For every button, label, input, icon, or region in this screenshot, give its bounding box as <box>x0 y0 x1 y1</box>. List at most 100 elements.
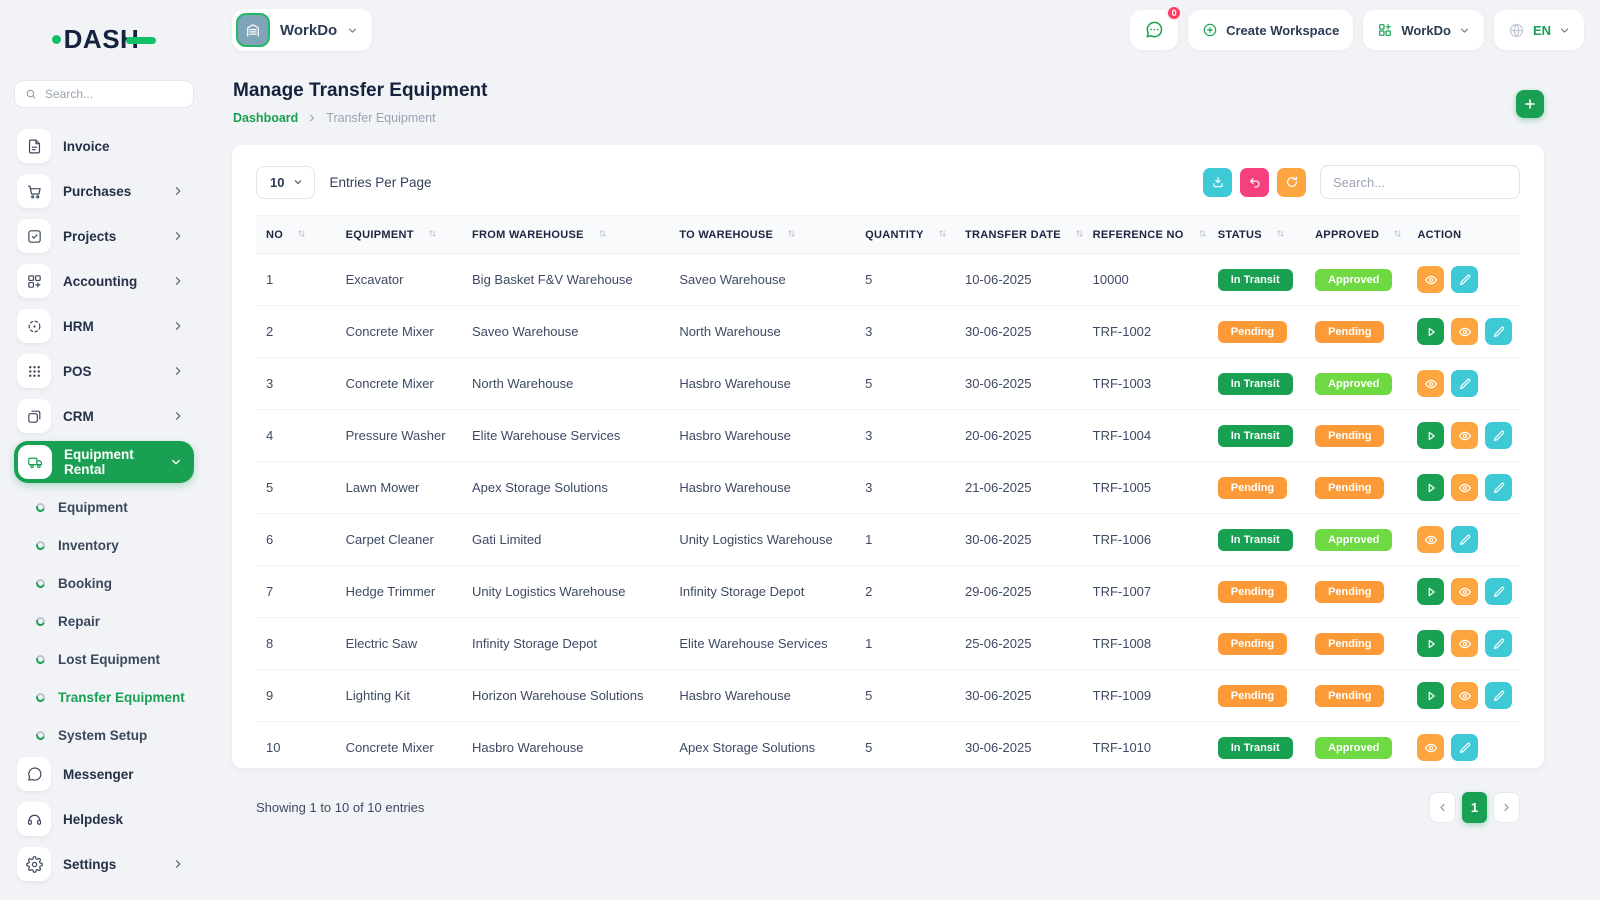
sidebar-subitem-booking[interactable]: Booking <box>14 564 194 602</box>
sidebar-subitem-repair[interactable]: Repair <box>14 602 194 640</box>
messages-button[interactable]: 0 <box>1130 10 1178 50</box>
sidebar-search-input[interactable] <box>45 87 183 101</box>
sidebar-item-hrm[interactable]: HRM <box>14 306 194 346</box>
cell-action <box>1407 514 1520 566</box>
chevron-right-icon <box>1501 802 1512 813</box>
sidebar-item-settings[interactable]: Settings <box>14 844 194 884</box>
column-header-equipment[interactable]: EQUIPMENT <box>336 216 462 254</box>
approved-badge: Pending <box>1315 581 1384 603</box>
equipment-rental-icon <box>27 454 44 471</box>
cell-no: 10 <box>256 722 336 774</box>
breadcrumb-dashboard-link[interactable]: Dashboard <box>233 111 298 125</box>
previous-page-button[interactable] <box>1429 792 1456 823</box>
language-selector[interactable]: EN <box>1494 10 1584 50</box>
sort-icon <box>937 228 948 239</box>
sidebar-subitem-transfer-equipment[interactable]: Transfer Equipment <box>14 678 194 716</box>
edit-button[interactable] <box>1485 422 1512 449</box>
entries-per-page-select[interactable]: 10 <box>256 166 315 199</box>
sidebar-item-messenger[interactable]: Messenger <box>14 754 194 794</box>
page-number-active[interactable]: 1 <box>1462 792 1487 823</box>
column-header-from-warehouse[interactable]: FROM WAREHOUSE <box>462 216 669 254</box>
sidebar-item-purchases[interactable]: Purchases <box>14 171 194 211</box>
undo-button[interactable] <box>1240 168 1269 197</box>
view-button[interactable] <box>1451 422 1478 449</box>
messages-count-badge: 0 <box>1166 5 1182 21</box>
edit-button[interactable] <box>1485 318 1512 345</box>
cell-approved: Approved <box>1305 514 1407 566</box>
status-badge: Pending <box>1218 321 1287 343</box>
start-transfer-button[interactable] <box>1417 422 1444 449</box>
cell-to-warehouse: Hasbro Warehouse <box>669 358 855 410</box>
start-transfer-button[interactable] <box>1417 318 1444 345</box>
view-button[interactable] <box>1451 630 1478 657</box>
cell-no: 4 <box>256 410 336 462</box>
cell-to-warehouse: Infinity Storage Depot <box>669 566 855 618</box>
column-header-no[interactable]: NO <box>256 216 336 254</box>
view-button[interactable] <box>1451 318 1478 345</box>
add-transfer-button[interactable] <box>1516 90 1544 118</box>
sidebar-subitem-equipment[interactable]: Equipment <box>14 488 194 526</box>
chevron-right-icon <box>307 113 317 123</box>
table-search-input[interactable] <box>1320 165 1520 199</box>
sidebar-item-pos[interactable]: POS <box>14 351 194 391</box>
helpdesk-icon-card <box>17 802 51 836</box>
crm-icon <box>26 408 43 425</box>
entries-per-page-value: 10 <box>270 175 284 190</box>
cell-quantity: 3 <box>855 410 955 462</box>
sidebar-subitem-system-setup[interactable]: System Setup <box>14 716 194 754</box>
chevron-right-icon <box>172 410 184 422</box>
column-header-approved[interactable]: APPROVED <box>1305 216 1407 254</box>
sidebar-subitem-label: Repair <box>58 614 100 629</box>
workdo-menu-button[interactable]: WorkDo <box>1363 10 1484 50</box>
edit-button[interactable] <box>1485 682 1512 709</box>
view-button[interactable] <box>1451 474 1478 501</box>
export-button[interactable] <box>1203 168 1232 197</box>
chevron-right-icon <box>172 858 184 870</box>
view-button[interactable] <box>1417 734 1444 761</box>
edit-button[interactable] <box>1485 630 1512 657</box>
sidebar-subitem-inventory[interactable]: Inventory <box>14 526 194 564</box>
sidebar-item-helpdesk[interactable]: Helpdesk <box>14 799 194 839</box>
edit-button[interactable] <box>1451 370 1478 397</box>
column-header-reference-no[interactable]: REFERENCE NO <box>1083 216 1208 254</box>
start-transfer-button[interactable] <box>1417 474 1444 501</box>
column-header-status[interactable]: STATUS <box>1208 216 1305 254</box>
column-header-transfer-date[interactable]: TRANSFER DATE <box>955 216 1083 254</box>
start-transfer-button[interactable] <box>1417 630 1444 657</box>
cell-reference-no: TRF-1009 <box>1083 670 1208 722</box>
sidebar-item-invoice[interactable]: Invoice <box>14 126 194 166</box>
view-button[interactable] <box>1417 526 1444 553</box>
cell-status: In Transit <box>1208 254 1305 306</box>
view-button[interactable] <box>1417 370 1444 397</box>
view-button[interactable] <box>1451 682 1478 709</box>
edit-button[interactable] <box>1451 526 1478 553</box>
logo-dot-icon <box>52 35 61 44</box>
start-transfer-button[interactable] <box>1417 682 1444 709</box>
start-transfer-button[interactable] <box>1417 578 1444 605</box>
column-header-to-warehouse[interactable]: TO WAREHOUSE <box>669 216 855 254</box>
view-button[interactable] <box>1451 578 1478 605</box>
create-workspace-button[interactable]: Create Workspace <box>1188 10 1353 50</box>
next-page-button[interactable] <box>1493 792 1520 823</box>
approved-badge: Approved <box>1315 373 1392 395</box>
edit-button[interactable] <box>1451 266 1478 293</box>
table-row: 4Pressure WasherElite Warehouse Services… <box>256 410 1520 462</box>
app-logo[interactable]: DASH <box>14 22 194 56</box>
sidebar-item-projects[interactable]: Projects <box>14 216 194 256</box>
edit-button[interactable] <box>1485 474 1512 501</box>
sidebar-item-crm[interactable]: CRM <box>14 396 194 436</box>
sidebar-item-equipment-rental[interactable]: Equipment Rental <box>14 441 194 483</box>
view-button[interactable] <box>1417 266 1444 293</box>
refresh-button[interactable] <box>1277 168 1306 197</box>
sidebar-subitem-lost-equipment[interactable]: Lost Equipment <box>14 640 194 678</box>
column-header-quantity[interactable]: QUANTITY <box>855 216 955 254</box>
row-actions <box>1417 682 1510 709</box>
workspace-selector[interactable]: WorkDo <box>232 9 372 51</box>
eye-icon <box>1458 481 1472 495</box>
table-row: 10Concrete MixerHasbro WarehouseApex Sto… <box>256 722 1520 774</box>
sidebar-item-accounting[interactable]: Accounting <box>14 261 194 301</box>
edit-button[interactable] <box>1485 578 1512 605</box>
cell-reference-no: 10000 <box>1083 254 1208 306</box>
edit-button[interactable] <box>1451 734 1478 761</box>
cell-transfer-date: 30-06-2025 <box>955 722 1083 774</box>
